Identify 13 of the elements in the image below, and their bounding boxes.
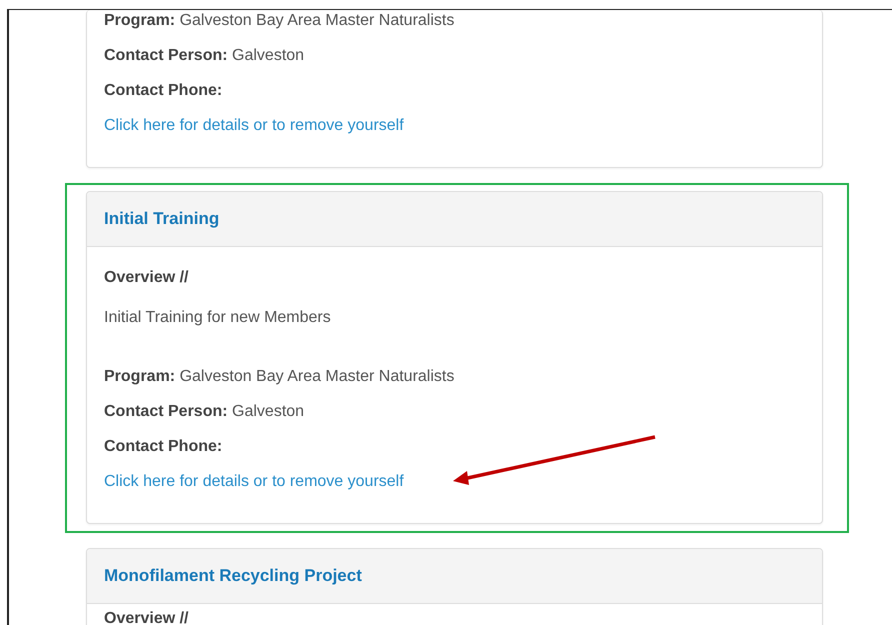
field-text: Program: Galveston Bay Area Master Naturalists — [104, 368, 454, 385]
overview-heading: Overview // — [104, 610, 188, 625]
card-title: Initial Training — [104, 209, 220, 229]
field-text: Program: Galveston Bay Area Master Naturalists — [104, 12, 454, 29]
overview-heading: Overview // — [104, 269, 188, 286]
field-text: Contact Person: Galveston — [104, 403, 304, 420]
overview-text: Initial Training for new Members — [104, 308, 332, 328]
card-title: Monofilament Recycling Project — [104, 566, 362, 586]
details-link[interactable]: Click here for details or to remove yourself — [104, 473, 404, 490]
field-text: Contact Phone: — [104, 438, 222, 455]
field-text: Contact Person: Galveston — [104, 47, 304, 64]
field-text: Contact Phone: — [104, 82, 222, 99]
details-link[interactable]: Click here for details or to remove yourself — [104, 117, 404, 134]
